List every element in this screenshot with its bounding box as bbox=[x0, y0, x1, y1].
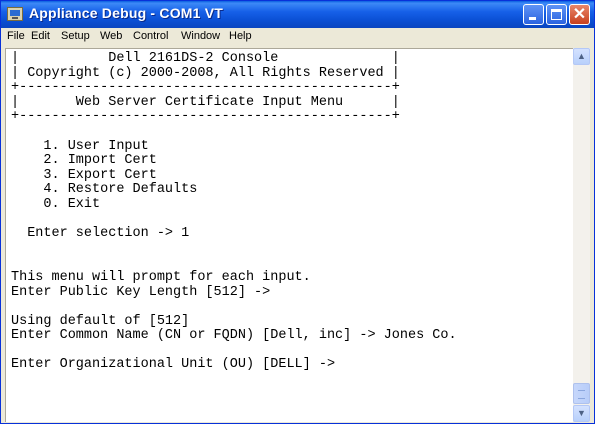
close-icon: ✕ bbox=[572, 6, 587, 23]
terminal-line: | Web Server Certificate Input Menu | bbox=[11, 94, 400, 110]
scroll-grip-icon bbox=[578, 390, 585, 399]
menu-help[interactable]: Help bbox=[229, 30, 252, 42]
window-title: Appliance Debug - COM1 VT bbox=[29, 5, 224, 21]
minimize-button[interactable] bbox=[523, 4, 544, 25]
minimize-icon bbox=[529, 17, 536, 20]
terminal-line: Enter selection -> 1 bbox=[11, 226, 190, 242]
terminal-line: +---------------------------------------… bbox=[11, 109, 400, 125]
menu-setup[interactable]: Setup bbox=[61, 30, 90, 42]
terminal-line: Enter Organizational Unit (OU) [DELL] -> bbox=[11, 357, 336, 373]
menu-bar: File Edit Setup Web Control Window Help bbox=[1, 28, 594, 46]
scroll-thumb[interactable] bbox=[573, 383, 590, 404]
terminal-line: 0. Exit bbox=[11, 196, 101, 212]
menu-edit[interactable]: Edit bbox=[31, 30, 50, 42]
terminal-output[interactable]: | Dell 2161DS-2 Console | | Copyright (c… bbox=[5, 48, 573, 422]
close-button[interactable]: ✕ bbox=[569, 4, 590, 25]
menu-window[interactable]: Window bbox=[181, 30, 220, 42]
menu-control[interactable]: Control bbox=[133, 30, 168, 42]
menu-web[interactable]: Web bbox=[100, 30, 122, 42]
terminal-line: Using default of [512] bbox=[11, 313, 190, 329]
scroll-up-button[interactable]: ▲ bbox=[573, 48, 590, 65]
terminal-line: 3. Export Cert bbox=[11, 167, 157, 183]
terminal-line: 4. Restore Defaults bbox=[11, 182, 198, 198]
terminal-line: +---------------------------------------… bbox=[11, 80, 400, 96]
scroll-down-button[interactable]: ▼ bbox=[573, 405, 590, 422]
maximize-button[interactable] bbox=[546, 4, 567, 25]
terminal-line: This menu will prompt for each input. bbox=[11, 269, 311, 285]
terminal-app-icon[interactable] bbox=[7, 7, 23, 21]
terminal-window: Appliance Debug - COM1 VT ✕ File Edit Se… bbox=[0, 0, 595, 424]
vertical-scrollbar[interactable]: ▲ ▼ bbox=[573, 48, 590, 422]
terminal-line: 1. User Input bbox=[11, 138, 149, 154]
title-bar[interactable]: Appliance Debug - COM1 VT ✕ bbox=[1, 1, 594, 28]
terminal-line: | Dell 2161DS-2 Console | bbox=[11, 51, 400, 66]
terminal-line: 2. Import Cert bbox=[11, 153, 157, 169]
terminal-line: Enter Common Name (CN or FQDN) [Dell, in… bbox=[11, 328, 457, 344]
maximize-icon bbox=[551, 9, 562, 20]
terminal-line: | Copyright (c) 2000-2008, All Rights Re… bbox=[11, 65, 400, 81]
scroll-down-arrow-icon: ▼ bbox=[577, 408, 586, 418]
scroll-up-arrow-icon: ▲ bbox=[577, 51, 586, 61]
terminal-line: Enter Public Key Length [512] -> bbox=[11, 284, 271, 300]
terminal-text: | Dell 2161DS-2 Console | | Copyright (c… bbox=[11, 51, 457, 373]
menu-file[interactable]: File bbox=[7, 30, 25, 42]
